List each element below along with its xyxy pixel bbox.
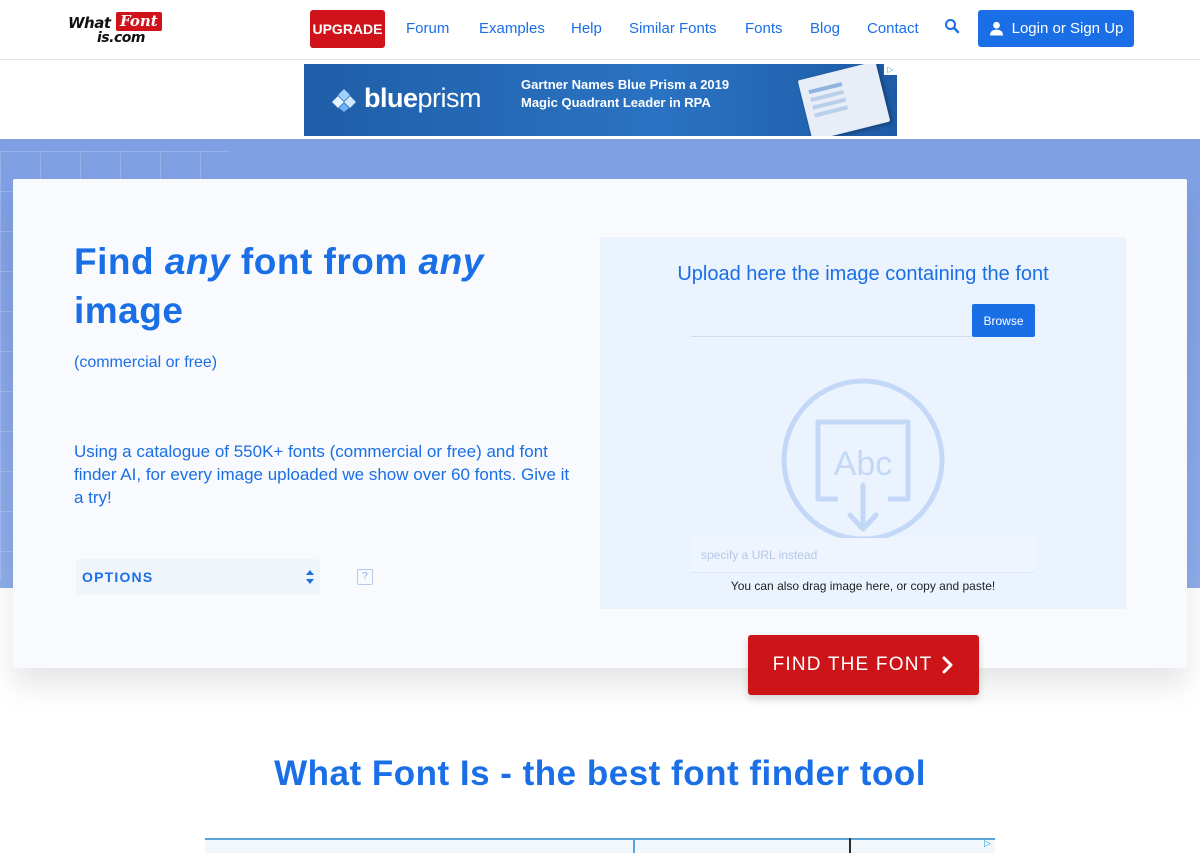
nav-contact[interactable]: Contact [867, 20, 919, 37]
nav-examples[interactable]: Examples [479, 20, 545, 37]
login-signup-button[interactable]: Login or Sign Up [978, 10, 1134, 47]
search-icon[interactable] [944, 18, 960, 34]
upload-panel[interactable]: Upload here the image containing the fon… [600, 237, 1126, 609]
upload-image-icon[interactable]: Abc [780, 377, 946, 543]
ad-line-1: Gartner Names Blue Prism a 2019 [521, 77, 730, 92]
options-select[interactable]: OPTIONS [76, 559, 320, 595]
section-title: What Font Is - the best font finder tool [274, 754, 926, 793]
ad-headline: Gartner Names Blue Prism a 2019 Magic Qu… [521, 76, 761, 112]
site-logo[interactable]: What Font is.com [68, 12, 168, 48]
nav-fonts[interactable]: Fonts [745, 20, 783, 37]
upload-graphic-text: Abc [834, 445, 893, 483]
hero-description: Using a catalogue of 550K+ fonts (commer… [74, 442, 570, 507]
upload-title: Upload here the image containing the fon… [677, 263, 1049, 285]
hero-headline: Find any font from any image [74, 241, 484, 331]
drag-hint: You can also drag image here, or copy an… [730, 579, 996, 593]
ad-brand-name: blueprism [364, 83, 482, 113]
site-header: What Font is.com UPGRADE Forum Examples … [0, 0, 1200, 60]
login-signup-label: Login or Sign Up [1011, 20, 1124, 37]
nav-similar-fonts[interactable]: Similar Fonts [629, 20, 717, 37]
ad-report-image [797, 64, 891, 136]
find-the-font-button[interactable]: FIND THE FONT [748, 635, 979, 695]
upgrade-button[interactable]: UPGRADE [310, 10, 385, 48]
nav-help[interactable]: Help [571, 20, 602, 37]
sort-arrows-icon [306, 570, 314, 584]
find-the-font-label: FIND THE FONT [772, 654, 933, 675]
bottom-ad-banner[interactable] [205, 838, 995, 853]
blueprism-logo-icon [332, 89, 356, 112]
ad-banner[interactable]: blueprism Gartner Names Blue Prism a 201… [304, 64, 897, 136]
options-help-icon[interactable]: ? [357, 569, 373, 585]
ad-choices-icon[interactable]: ▷ [884, 64, 897, 75]
options-label: OPTIONS [82, 569, 154, 585]
chevron-right-icon [942, 656, 953, 674]
file-input[interactable] [691, 304, 972, 337]
bottom-ad-divider [633, 838, 635, 853]
browse-button[interactable]: Browse [972, 304, 1035, 337]
url-input[interactable] [691, 538, 1035, 573]
user-icon [989, 21, 1003, 36]
hero-subhead: (commercial or free) [74, 354, 218, 371]
logo-word-font: Font [116, 12, 162, 31]
bottom-ad-divider [849, 838, 851, 853]
ad-line-2: Magic Quadrant Leader in RPA [521, 95, 711, 110]
bottom-ad-choices-icon[interactable]: ▷ [980, 838, 995, 851]
nav-forum[interactable]: Forum [406, 20, 449, 37]
nav-blog[interactable]: Blog [810, 20, 840, 37]
logo-word-domain: is.com [97, 30, 145, 46]
